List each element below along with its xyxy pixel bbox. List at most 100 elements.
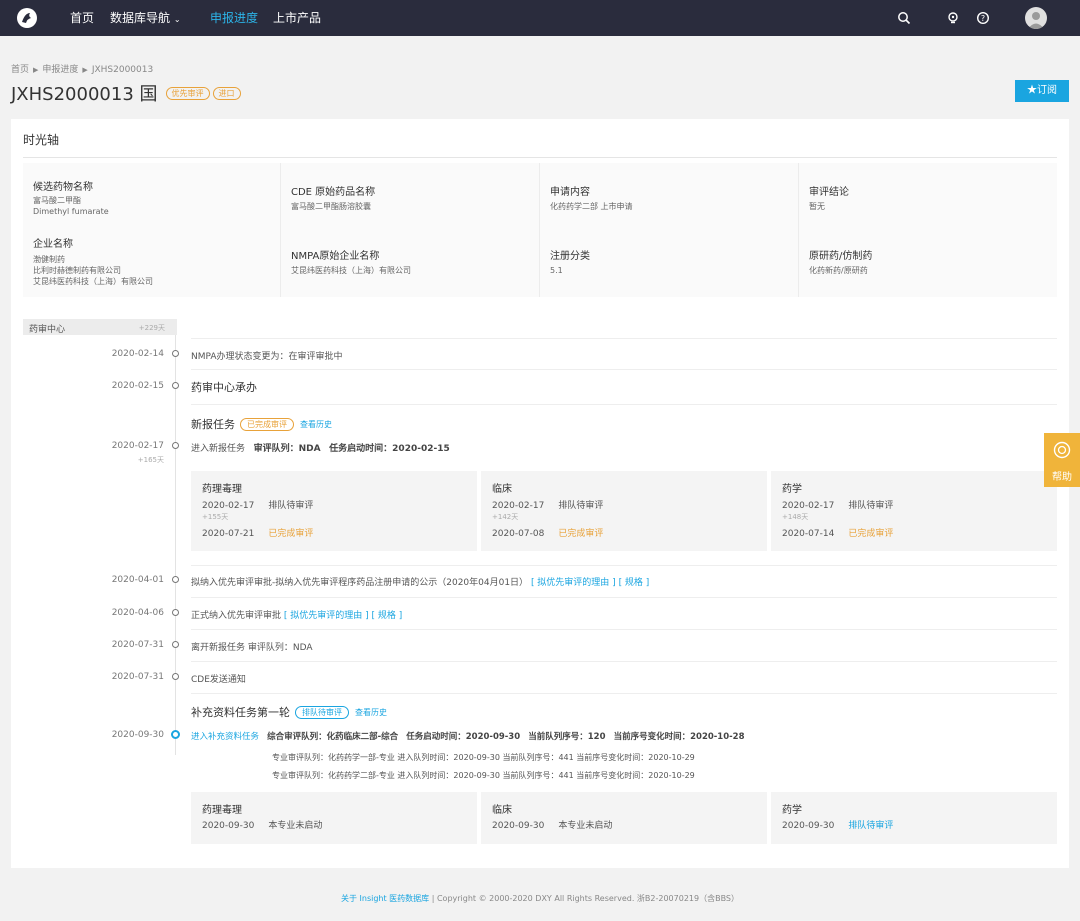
cde-label: CDE 原始药品名称 bbox=[291, 187, 376, 198]
row-start: 任务启动时间：2020-09-30 bbox=[406, 732, 521, 742]
row-text: 拟纳入优先审评审批-拟纳入优先审评程序药品注册申请的公示（2020年04月01日… bbox=[191, 575, 649, 588]
card-status: 已完成审评 bbox=[558, 529, 604, 539]
company-label: 企业名称 bbox=[33, 239, 73, 250]
row-text: 进入新报任务 审评队列：NDA 任务启动时间：2020-02-15 bbox=[191, 441, 450, 454]
nav-db-label: 数据库导航 bbox=[110, 11, 171, 25]
timeline-dot bbox=[172, 350, 179, 357]
user-icon bbox=[1028, 12, 1044, 29]
card-date: 2020-02-17 bbox=[492, 501, 545, 511]
divider bbox=[191, 597, 1057, 598]
nav-listed[interactable]: 上市产品 bbox=[273, 11, 321, 25]
priority-reason-link[interactable]: [ 拟优先审评的理由 ] bbox=[531, 578, 616, 588]
section-days: +229天 bbox=[138, 324, 165, 332]
divider bbox=[191, 369, 1057, 370]
row-date: 2020-02-14 bbox=[111, 349, 164, 359]
divider bbox=[23, 157, 1057, 158]
breadcrumb-separator-icon: ▶ bbox=[33, 66, 39, 74]
divider bbox=[191, 661, 1057, 662]
section-header: 药审中心 +229天 bbox=[23, 319, 177, 335]
candidate-value-cn: 富马酸二甲酯 bbox=[33, 196, 81, 205]
card-date: 2020-02-17 bbox=[202, 501, 255, 511]
sub-queue-line: 专业审评队列：化药药学二部-专业 进入队列时间：2020-09-30 当前队列序… bbox=[272, 771, 695, 780]
card-status: 已完成审评 bbox=[268, 529, 314, 539]
footer-about-link[interactable]: 关于 Insight 医药数据库 bbox=[341, 894, 429, 903]
card-days: +148天 bbox=[782, 513, 809, 521]
subscribe-button[interactable]: ★订阅 bbox=[1015, 80, 1069, 102]
breadcrumb: 首页 ▶ 申报进度 ▶ JXHS2000013 bbox=[11, 62, 153, 75]
row-date: 2020-07-31 bbox=[111, 640, 164, 650]
nav-home[interactable]: 首页 bbox=[70, 11, 94, 25]
review-card-pharmacology: 药理毒理 2020-09-30 本专业未启动 bbox=[191, 792, 477, 844]
orig-label: 原研药/仿制药 bbox=[809, 251, 873, 262]
nav-progress[interactable]: 申报进度 bbox=[210, 11, 258, 25]
card-title: 临床 bbox=[492, 484, 512, 495]
row-text: CDE发送通知 bbox=[191, 675, 246, 685]
row-days: +165天 bbox=[137, 456, 164, 464]
row-date: 2020-09-30 bbox=[111, 730, 164, 740]
row-change: 当前序号变化时间：2020-10-28 bbox=[613, 732, 745, 742]
nav-db-dropdown[interactable]: 数据库导航 ⌄ bbox=[110, 11, 181, 27]
row-seq: 当前队列序号：120 bbox=[528, 732, 606, 742]
help-circle-icon[interactable]: ? bbox=[976, 11, 990, 25]
bulb-icon[interactable] bbox=[946, 11, 960, 25]
priority-badge: 优先审评 bbox=[165, 86, 210, 100]
help-label: 帮助 bbox=[1052, 472, 1072, 483]
card-status: 排队待审评 bbox=[848, 821, 894, 831]
row-title: 药审中心承办 bbox=[191, 381, 257, 394]
review-card-pharmacology: 药理毒理 2020-02-17 排队待审评 +155天 2020-07-21 已完成… bbox=[191, 471, 477, 551]
apply-label: 申请内容 bbox=[550, 187, 590, 198]
row-text: NMPA办理状态变更为：在审评审批中 bbox=[191, 352, 343, 362]
priority-reason-link[interactable]: [ 拟优先审评的理由 ] bbox=[284, 611, 369, 621]
review-card-clinical: 临床 2020-09-30 本专业未启动 bbox=[481, 792, 767, 844]
timeline-panel: 时光轴 候选药物名称 富马酸二甲酯 Dimethyl fumarate 企业名称… bbox=[11, 119, 1069, 868]
row-text-main: 进入新报任务 bbox=[191, 444, 246, 454]
row-start: 任务启动时间：2020-02-15 bbox=[329, 444, 450, 454]
breadcrumb-home[interactable]: 首页 bbox=[11, 65, 29, 75]
review-card-clinical: 临床 2020-02-17 排队待审评 +142天 2020-07-08 已完成审评 bbox=[481, 471, 767, 551]
info-col-4: 审评结论 暂无 原研药/仿制药 化药新药/原研药 bbox=[799, 163, 1057, 297]
view-history-link[interactable]: 查看历史 bbox=[355, 707, 387, 718]
avatar[interactable] bbox=[1025, 7, 1047, 29]
nmpa-label: NMPA原始企业名称 bbox=[291, 251, 380, 262]
row-text: 进入补充资料任务 综合审评队列：化药临床二部-综合 任务启动时间：2020-09… bbox=[191, 730, 744, 742]
timeline-dot bbox=[172, 673, 179, 680]
logo-icon[interactable] bbox=[16, 7, 38, 29]
card-status: 已完成审评 bbox=[848, 529, 894, 539]
card-line: 2020-02-17 排队待审评 bbox=[202, 498, 313, 511]
divider bbox=[191, 693, 1057, 694]
card-title: 药学 bbox=[782, 484, 802, 495]
nmpa-value: 艾昆纬医药科技（上海）有限公司 bbox=[291, 266, 411, 275]
row-date: 2020-02-15 bbox=[111, 381, 164, 391]
footer: 关于 Insight 医药数据库 | Copyright © 2000-2020… bbox=[0, 893, 1080, 904]
breadcrumb-current: JXHS2000013 bbox=[91, 65, 154, 75]
timeline-dot bbox=[172, 641, 179, 648]
row-date: 2020-07-31 bbox=[111, 672, 164, 682]
row-text: 离开新报任务 审评队列：NDA bbox=[191, 643, 313, 653]
spec-link[interactable]: [ 规格 ] bbox=[372, 611, 403, 621]
enter-supplement-link[interactable]: 进入补充资料任务 bbox=[191, 732, 259, 742]
card-title: 临床 bbox=[492, 805, 512, 816]
divider bbox=[191, 338, 1057, 339]
divider bbox=[191, 629, 1057, 630]
orig-value: 化药新药/原研药 bbox=[809, 266, 868, 275]
spec-link[interactable]: [ 规格 ] bbox=[619, 578, 650, 588]
help-float-button[interactable]: 帮助 bbox=[1044, 433, 1080, 487]
help-bubble-icon bbox=[1053, 441, 1071, 459]
reg-label: 注册分类 bbox=[550, 251, 590, 262]
view-history-link[interactable]: 查看历史 bbox=[300, 419, 332, 430]
candidate-value-en: Dimethyl fumarate bbox=[33, 207, 109, 216]
card-date: 2020-09-30 bbox=[492, 821, 545, 831]
review-card-pharmacy: 药学 2020-09-30 排队待审评 bbox=[771, 792, 1057, 844]
company-value-1: 渤健制药 bbox=[33, 255, 65, 264]
page-title-row: JXHS2000013 国 优先审评 进口 bbox=[11, 80, 241, 106]
card-date: 2020-09-30 bbox=[202, 821, 255, 831]
breadcrumb-progress[interactable]: 申报进度 bbox=[42, 65, 78, 75]
info-col-3: 申请内容 化药药学二部 上市申请 注册分类 5.1 bbox=[540, 163, 799, 297]
row-date: 2020-04-01 bbox=[111, 575, 164, 585]
search-icon[interactable] bbox=[897, 11, 911, 25]
card-date: 2020-07-08 bbox=[492, 529, 545, 539]
card-days: +142天 bbox=[492, 513, 519, 521]
info-col-2: CDE 原始药品名称 富马酸二甲酯肠溶胶囊 NMPA原始企业名称 艾昆纬医药科技… bbox=[281, 163, 540, 297]
divider bbox=[191, 565, 1057, 566]
apply-value: 化药药学二部 上市申请 bbox=[550, 202, 633, 211]
